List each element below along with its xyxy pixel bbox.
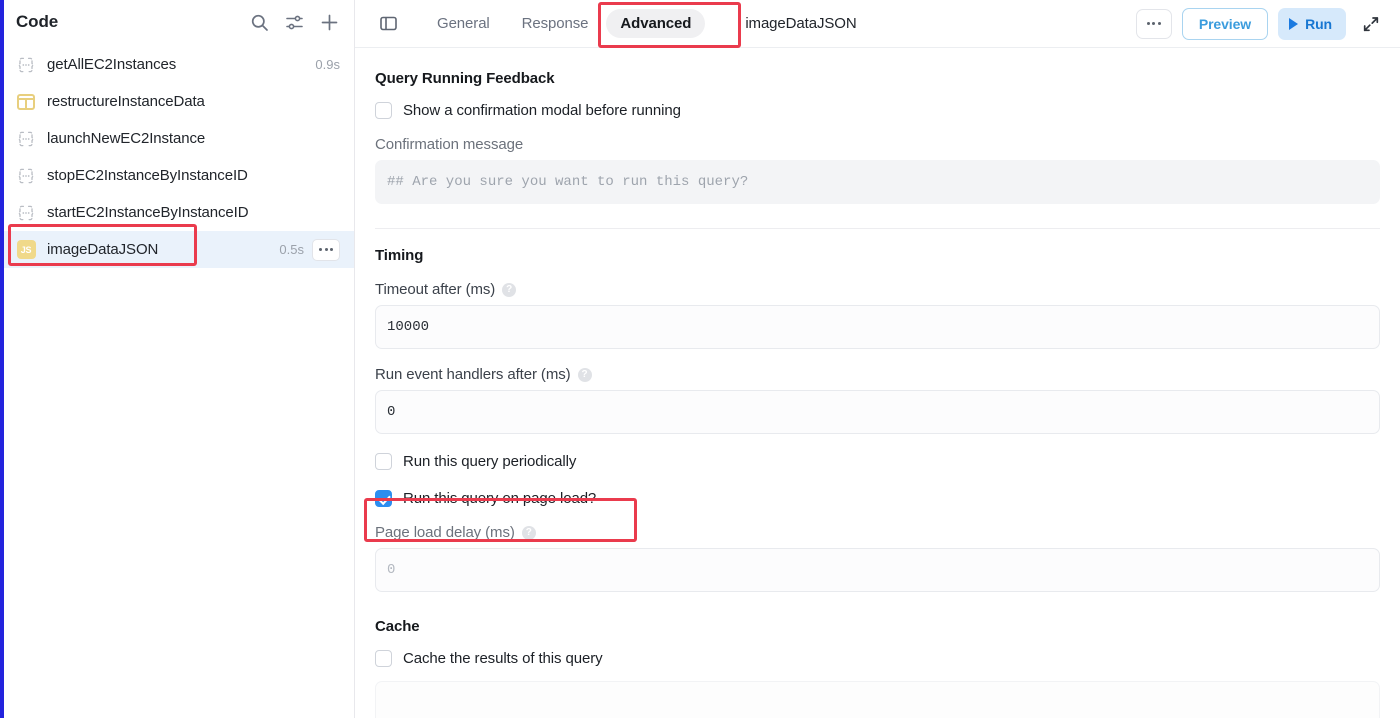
cache-results-checkbox-row[interactable]: Cache the results of this query [375, 650, 1380, 667]
section-title-feedback: Query Running Feedback [375, 70, 555, 87]
braces-icon [16, 166, 36, 186]
list-item-time: 0.5s [279, 242, 304, 257]
section-title-cache: Cache [375, 618, 420, 635]
list-item-label: restructureInstanceData [47, 93, 205, 110]
sidebar-header: Code [0, 0, 354, 44]
main-panel: General Response Advanced imageDataJSON … [355, 0, 1400, 718]
help-icon[interactable]: ? [502, 282, 517, 297]
play-icon [1289, 17, 1299, 30]
list-item[interactable]: startEC2InstanceByInstanceID [0, 194, 354, 231]
confirmation-modal-checkbox[interactable] [375, 102, 392, 119]
header-actions: Preview Run [1135, 7, 1384, 40]
list-item-label: getAllEC2Instances [47, 56, 177, 73]
panel-toggle-icon[interactable] [375, 11, 401, 37]
ellipsis-icon [319, 248, 333, 251]
timeout-value: 10000 [387, 319, 430, 335]
list-item-label: launchNewEC2Instance [47, 130, 206, 147]
code-sidebar: Code getAllEC2Instances 0.9s restructure… [0, 0, 355, 718]
timeout-label: Timeout after (ms) [375, 281, 496, 298]
confirmation-message-input[interactable]: ## Are you sure you want to run this que… [375, 160, 1380, 204]
list-item-time: 0.9s [315, 57, 340, 72]
page-title: imageDataJSON [745, 15, 857, 32]
confirmation-modal-label: Show a confirmation modal before running [403, 102, 681, 119]
run-periodically-label: Run this query periodically [403, 453, 577, 470]
run-on-page-load-checkbox-row[interactable]: Run this query on page load? [375, 490, 1380, 507]
help-icon[interactable]: ? [577, 367, 592, 382]
tab-response[interactable]: Response [508, 9, 603, 38]
query-list: getAllEC2Instances 0.9s restructureInsta… [0, 44, 354, 268]
left-accent-rail [0, 0, 4, 718]
confirmation-message-placeholder: ## Are you sure you want to run this que… [387, 174, 749, 190]
tab-general[interactable]: General [423, 9, 504, 38]
run-periodically-checkbox-row[interactable]: Run this query periodically [375, 453, 1380, 470]
page-load-delay-input[interactable]: 0 [375, 548, 1380, 592]
run-periodically-checkbox[interactable] [375, 453, 392, 470]
cache-results-label: Cache the results of this query [403, 650, 603, 667]
event-handlers-label-row: Run event handlers after (ms) ? [375, 366, 1380, 383]
add-icon[interactable] [318, 11, 340, 33]
sidebar-actions [248, 11, 340, 33]
list-item[interactable]: getAllEC2Instances 0.9s [0, 46, 354, 83]
more-options-button[interactable] [1135, 8, 1172, 39]
run-button-label: Run [1305, 15, 1332, 32]
tab-advanced[interactable]: Advanced [606, 9, 706, 38]
expand-icon[interactable] [1358, 11, 1384, 37]
braces-icon [16, 55, 36, 75]
section-title-timing: Timing [375, 247, 424, 264]
braces-icon [16, 129, 36, 149]
list-item-label: imageDataJSON [47, 241, 159, 258]
list-item[interactable]: restructureInstanceData [0, 83, 354, 120]
run-on-page-load-label: Run this query on page load? [403, 490, 597, 507]
event-handlers-input[interactable]: 0 [375, 390, 1380, 434]
confirmation-modal-checkbox-row[interactable]: Show a confirmation modal before running [375, 102, 1380, 119]
app-root: Code getAllEC2Instances 0.9s restructure… [0, 0, 1400, 718]
list-item[interactable]: launchNewEC2Instance [0, 120, 354, 157]
event-handlers-value: 0 [387, 404, 396, 420]
page-load-delay-label: Page load delay (ms) [375, 524, 515, 541]
page-load-delay-label-row: Page load delay (ms) ? [375, 524, 1380, 541]
help-icon[interactable]: ? [521, 525, 536, 540]
sidebar-item-imagedatajson[interactable]: JS imageDataJSON 0.5s [0, 231, 354, 268]
timeout-label-row: Timeout after (ms) ? [375, 281, 1380, 298]
run-on-page-load-checkbox[interactable] [375, 490, 392, 507]
list-item[interactable]: stopEC2InstanceByInstanceID [0, 157, 354, 194]
page-load-delay-placeholder: 0 [387, 562, 396, 578]
run-button[interactable]: Run [1278, 7, 1346, 40]
list-item-more-button[interactable] [312, 238, 340, 261]
cache-results-checkbox[interactable] [375, 650, 392, 667]
advanced-settings-content: Query Running Feedback Show a confirmati… [355, 48, 1400, 718]
braces-icon [16, 203, 36, 223]
search-icon[interactable] [248, 11, 270, 33]
section-divider [375, 228, 1380, 229]
sidebar-title: Code [16, 12, 59, 31]
cache-ttl-input[interactable] [375, 681, 1380, 718]
preview-button-label: Preview [1198, 15, 1252, 32]
event-handlers-label: Run event handlers after (ms) [375, 366, 571, 383]
document-title-wrap: imageDataJSON [705, 15, 1136, 32]
preview-button[interactable]: Preview [1181, 7, 1269, 40]
ellipsis-icon [1146, 22, 1161, 25]
list-item-label: stopEC2InstanceByInstanceID [47, 167, 248, 184]
timeout-input[interactable]: 10000 [375, 305, 1380, 349]
js-icon: JS [16, 240, 36, 260]
transformer-icon [16, 92, 36, 112]
filter-icon[interactable] [283, 11, 305, 33]
list-item-label: startEC2InstanceByInstanceID [47, 204, 249, 221]
tab-bar: General Response Advanced [423, 9, 706, 38]
main-header: General Response Advanced imageDataJSON … [355, 0, 1400, 48]
confirmation-message-label: Confirmation message [375, 136, 524, 153]
